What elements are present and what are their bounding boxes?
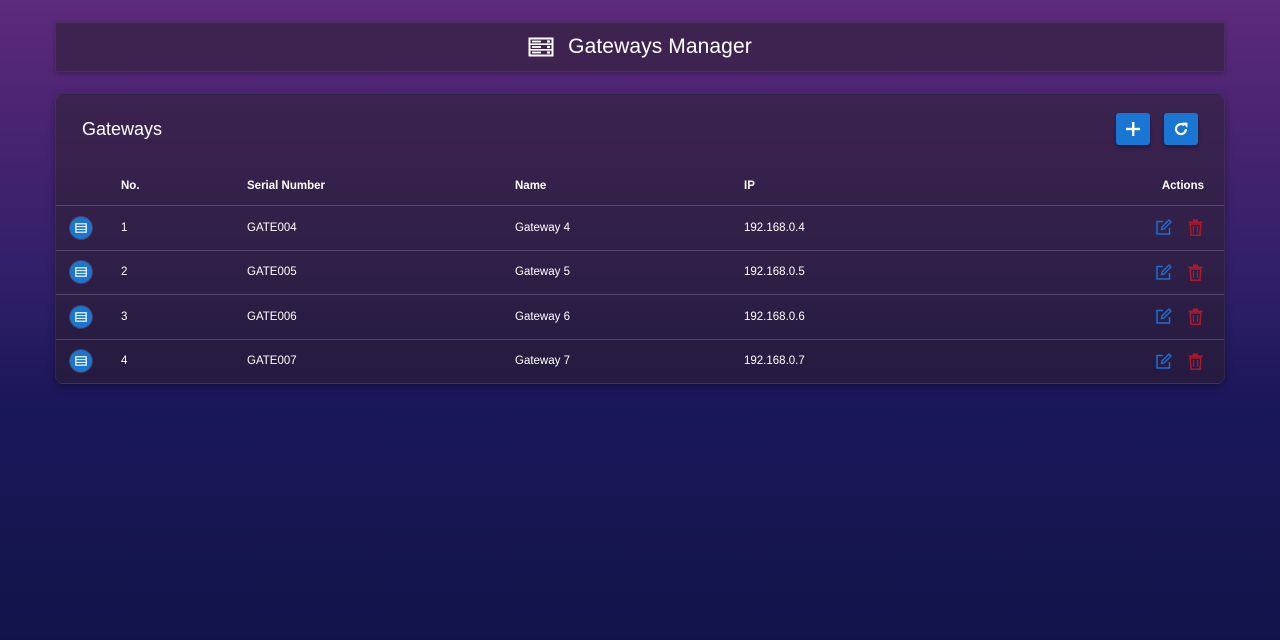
cell-no: 2 [121, 266, 128, 279]
row-actions [1154, 308, 1204, 326]
cell-serial: GATE006 [247, 310, 297, 323]
gateways-table: No. Serial Number Name IP Actions 1 GATE… [56, 167, 1224, 384]
cell-name: Gateway 4 [515, 221, 570, 234]
page-title: Gateways Manager [568, 35, 752, 58]
delete-icon[interactable] [1186, 263, 1204, 281]
server-icon [528, 37, 554, 57]
cell-ip: 192.168.0.4 [744, 221, 805, 234]
table-row[interactable]: 4 GATE007 Gateway 7 192.168.0.7 [56, 340, 1224, 384]
edit-icon[interactable] [1154, 352, 1172, 370]
gateway-icon [70, 216, 92, 239]
table-row[interactable]: 3 GATE006 Gateway 6 192.168.0.6 [56, 295, 1224, 340]
cell-no: 3 [121, 310, 128, 323]
cell-ip: 192.168.0.5 [744, 266, 805, 279]
edit-icon[interactable] [1154, 308, 1172, 326]
cell-serial: GATE005 [247, 266, 297, 279]
column-header-name[interactable]: Name [515, 180, 546, 192]
card-title: Gateways [82, 119, 163, 139]
cell-ip: 192.168.0.7 [744, 355, 805, 368]
row-actions [1154, 219, 1204, 237]
cell-no: 4 [121, 355, 128, 368]
cell-serial: GATE007 [247, 355, 297, 368]
cell-name: Gateway 6 [515, 310, 570, 323]
edit-icon[interactable] [1154, 219, 1172, 237]
row-actions [1154, 263, 1204, 281]
add-gateway-button[interactable] [1116, 113, 1150, 145]
column-header-actions: Actions [1161, 180, 1204, 192]
delete-icon[interactable] [1186, 308, 1204, 326]
refresh-icon [1173, 121, 1189, 137]
row-actions [1154, 352, 1204, 370]
gateway-icon [70, 261, 92, 284]
gateways-card: Gateways No. Serial Number Name IP Actio… [55, 94, 1225, 384]
delete-icon[interactable] [1186, 219, 1204, 237]
table-row[interactable]: 1 GATE004 Gateway 4 192.168.0.4 [56, 206, 1224, 251]
column-header-serial[interactable]: Serial Number [247, 180, 325, 192]
cell-name: Gateway 7 [515, 355, 570, 368]
refresh-button[interactable] [1164, 113, 1198, 145]
plus-icon [1126, 122, 1140, 136]
cell-serial: GATE004 [247, 221, 297, 234]
cell-name: Gateway 5 [515, 266, 570, 279]
column-header-ip[interactable]: IP [744, 180, 755, 192]
gateway-icon [70, 305, 92, 328]
card-actions [1116, 113, 1198, 145]
gateway-icon [70, 350, 92, 373]
app-header: Gateways Manager [55, 22, 1225, 72]
delete-icon[interactable] [1186, 352, 1204, 370]
column-header-no[interactable]: No. [121, 180, 140, 192]
table-row[interactable]: 2 GATE005 Gateway 5 192.168.0.5 [56, 251, 1224, 295]
cell-no: 1 [121, 221, 128, 234]
cell-ip: 192.168.0.6 [744, 310, 805, 323]
edit-icon[interactable] [1154, 263, 1172, 281]
table-header-row: No. Serial Number Name IP Actions [56, 167, 1224, 206]
